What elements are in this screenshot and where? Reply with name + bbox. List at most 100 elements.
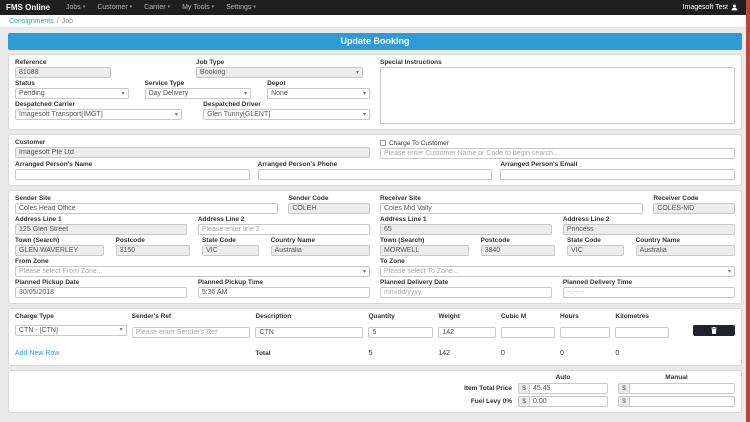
receiver-address2-input[interactable]: [562, 224, 735, 235]
cubic-m-input[interactable]: [500, 327, 555, 338]
sender-site-input[interactable]: [15, 203, 278, 214]
quantity-header: Quantity: [368, 313, 395, 320]
senders-ref-input[interactable]: [131, 327, 251, 338]
nav-settings[interactable]: Settings ▾: [220, 4, 262, 11]
receiver-postcode-label: Postcode: [480, 237, 510, 244]
hours-input[interactable]: [559, 327, 611, 338]
receiver-state-input[interactable]: [566, 245, 624, 256]
hours-header: Hours: [559, 313, 579, 320]
chevron-down-icon: ▾: [82, 4, 86, 10]
charge-to-customer-checkbox[interactable]: [380, 140, 386, 146]
weight-input[interactable]: [438, 327, 496, 338]
charge-to-customer-search-input[interactable]: [380, 148, 735, 159]
item-total-price-auto-input[interactable]: [529, 383, 608, 394]
status-select[interactable]: Pending ▾: [15, 88, 129, 99]
sender-address2-input[interactable]: [197, 224, 370, 235]
charge-type-header: Charge Type: [15, 313, 54, 320]
sender-code-label: Sender Code: [288, 195, 329, 202]
item-total-price-label: Item Total Price: [464, 385, 512, 392]
sender-postcode-input[interactable]: [115, 245, 191, 256]
charge-table-header: Charge Type Sender's Ref Description Qua…: [15, 313, 735, 320]
breadcrumb-current: Job: [61, 17, 73, 25]
fuel-levy-label: Fuel Levy 0%: [470, 398, 512, 405]
fuel-levy-auto-input[interactable]: [529, 396, 608, 407]
planned-delivery-time-input[interactable]: [562, 287, 735, 298]
total-quantity: 5: [368, 350, 373, 357]
receiver-site-input[interactable]: [380, 203, 643, 214]
depot-select[interactable]: None ▾: [267, 88, 370, 99]
planned-pickup-time-input[interactable]: [197, 287, 370, 298]
breadcrumb-separator: /: [56, 17, 59, 25]
receiver-country-input[interactable]: [635, 245, 735, 256]
cubic-m-header: Cubic M: [500, 313, 527, 320]
chevron-down-icon: ▾: [362, 90, 366, 97]
chevron-down-icon: ▾: [167, 4, 171, 10]
item-total-price-manual-input[interactable]: [629, 383, 735, 394]
despatched-carrier-select[interactable]: Imagesoft Transport[IMGT] ▾: [15, 109, 182, 120]
nav-customer[interactable]: Customer ▾: [91, 4, 138, 11]
receiver-code-label: Receiver Code: [653, 195, 699, 202]
job-type-select[interactable]: Booking ▾: [196, 67, 363, 78]
receiver-postcode-input[interactable]: [480, 245, 556, 256]
arranged-email-input[interactable]: [500, 169, 736, 180]
chevron-down-icon: ▾: [129, 4, 133, 10]
chevron-down-icon: ▾: [727, 268, 731, 275]
app-brand[interactable]: FMS Online: [6, 3, 50, 12]
arranged-name-input[interactable]: [15, 169, 250, 180]
receiver-state-label: State Code: [566, 237, 601, 244]
chevron-down-icon: ▾: [121, 90, 125, 97]
depot-label: Depot: [267, 80, 286, 87]
arranged-name-label: Arranged Person's Name: [15, 161, 93, 168]
sender-country-label: Country Name: [270, 237, 316, 244]
receiver-code-input[interactable]: [653, 203, 735, 214]
sender-receiver-section: Sender Site Sender Code Address Line 1 A…: [8, 190, 742, 304]
special-instructions-label: Special Instructions: [380, 59, 442, 66]
sender-town-input[interactable]: [15, 245, 104, 256]
special-instructions-textarea[interactable]: [380, 67, 735, 124]
currency-symbol: $: [518, 383, 529, 394]
charge-type-select[interactable]: CTN - [CTN] ▾: [15, 324, 127, 336]
description-input[interactable]: [255, 327, 364, 338]
from-zone-select[interactable]: Please select From Zone... ▾: [15, 266, 370, 277]
breadcrumb-consignments[interactable]: Consignments: [9, 18, 54, 25]
sender-state-input[interactable]: [201, 245, 259, 256]
fuel-levy-manual-input[interactable]: [629, 396, 735, 407]
despatched-driver-select[interactable]: Glen Tunny[GLENT] ▾: [203, 109, 370, 120]
sender-address1-input[interactable]: [15, 224, 188, 235]
chevron-down-icon: ▾: [211, 4, 215, 10]
currency-symbol: $: [618, 396, 629, 407]
despatched-driver-label: Despatched Driver: [203, 101, 261, 108]
planned-pickup-date-label: Planned Pickup Date: [15, 279, 80, 286]
total-cubic-m: 0: [500, 350, 505, 357]
nav-carrier[interactable]: Carrier ▾: [138, 4, 176, 11]
status-label: Status: [15, 80, 35, 87]
service-type-select[interactable]: Day Delivery ▾: [144, 88, 252, 99]
planned-delivery-date-input[interactable]: [380, 287, 553, 298]
chevron-down-icon: ▾: [362, 111, 366, 118]
breadcrumb: Consignments / Job: [0, 15, 750, 28]
sender-code-input[interactable]: [288, 203, 370, 214]
receiver-address1-input[interactable]: [380, 224, 553, 235]
planned-pickup-date-input[interactable]: [15, 287, 188, 298]
arranged-email-label: Arranged Person's Email: [500, 161, 578, 168]
customer-input[interactable]: [15, 147, 370, 158]
receiver-town-input[interactable]: [380, 245, 469, 256]
pricing-section: Auto Manual Item Total Price $ $ Fuel Le…: [8, 370, 742, 413]
nav-jobs[interactable]: Jobs ▾: [60, 4, 91, 11]
kilometres-input[interactable]: [615, 327, 670, 338]
planned-delivery-time-label: Planned Delivery Time: [562, 279, 633, 286]
user-menu[interactable]: Imagesoft Test: [683, 4, 744, 11]
chevron-down-icon: ▾: [244, 90, 248, 97]
arranged-phone-input[interactable]: [257, 169, 493, 180]
delete-row-button[interactable]: [693, 324, 735, 336]
sender-country-input[interactable]: [270, 245, 370, 256]
nav-my-tools[interactable]: My Tools ▾: [176, 4, 220, 11]
item-total-price-row: Item Total Price $ $: [15, 383, 735, 394]
pricing-header-row: Auto Manual: [15, 374, 735, 381]
to-zone-select[interactable]: Please select To Zone... ▾: [380, 266, 735, 277]
reference-input[interactable]: [15, 67, 111, 78]
quantity-input[interactable]: [368, 327, 434, 338]
sender-address2-label: Address Line 2: [197, 216, 245, 223]
total-kilometres: 0: [615, 350, 620, 357]
add-new-row-link[interactable]: Add New Row: [15, 350, 59, 357]
